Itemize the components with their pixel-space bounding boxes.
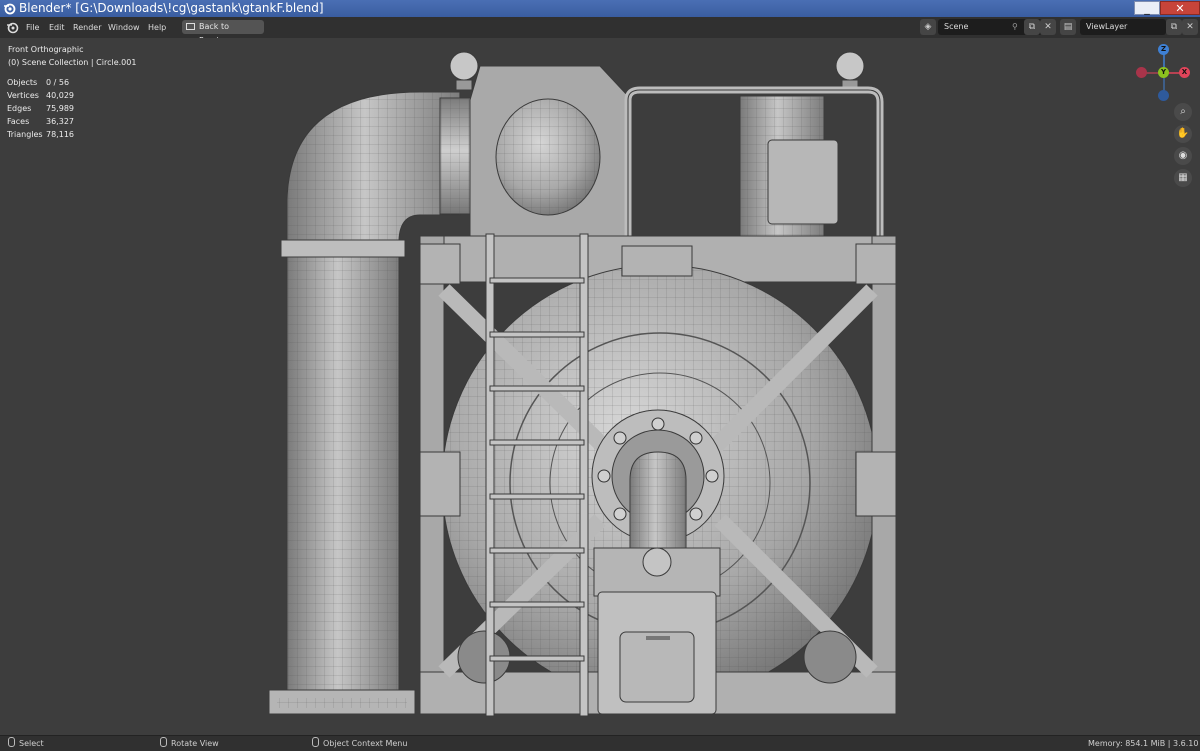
stat-value: 75,989 (46, 104, 74, 113)
scene-type-icon[interactable]: ◈ (920, 19, 936, 35)
window-titlebar: Blender* [G:\Downloads\!cg\gastank\gtank… (0, 0, 1200, 17)
stat-row: Triangles 78,116 (7, 128, 74, 141)
window-title: Blender* [G:\Downloads\!cg\gastank\gtank… (19, 1, 324, 15)
new-scene-icon[interactable]: ⧉ (1024, 19, 1040, 35)
stat-label: Triangles (7, 130, 43, 139)
back-to-previous-button[interactable]: Back to Previous (182, 20, 264, 45)
stat-label: Objects (7, 78, 38, 87)
stat-row: Faces 36,327 (7, 115, 74, 128)
menu-help[interactable]: Help (148, 17, 166, 38)
view-layer-name: ViewLayer (1086, 22, 1128, 31)
close-button[interactable]: ✕ (1160, 1, 1200, 15)
stat-value: 36,327 (46, 117, 74, 126)
pan-hand-icon[interactable]: ✋ (1174, 125, 1192, 143)
status-context: Object Context Menu (312, 736, 407, 751)
remove-scene-icon[interactable]: ✕ (1040, 19, 1056, 35)
grid-icon[interactable]: ▦ (1174, 169, 1192, 187)
menu-edit[interactable]: Edit (49, 17, 65, 38)
navigation-gizmo[interactable]: Z Y X (1133, 44, 1195, 102)
camera-icon[interactable]: ◉ (1174, 147, 1192, 165)
3d-viewport[interactable]: Front Orthographic (0) Scene Collection … (0, 38, 1200, 735)
mouse-middle-icon (160, 737, 167, 747)
statusbar: Select Rotate View Object Context Menu M… (0, 735, 1200, 751)
zoom-icon[interactable]: ⌕ (1174, 103, 1192, 121)
blender-menu-icon[interactable] (6, 21, 19, 34)
blender-logo-icon (4, 3, 16, 15)
menu-file[interactable]: File (26, 17, 39, 38)
new-view-layer-icon[interactable]: ⧉ (1166, 19, 1182, 35)
menu-window[interactable]: Window (108, 17, 140, 38)
stat-label: Edges (7, 104, 32, 113)
stat-label: Faces (7, 117, 30, 126)
stat-row: Objects 0 / 56 (7, 76, 74, 89)
gizmo-z-axis[interactable]: Z (1158, 44, 1169, 55)
active-collection: (0) Scene Collection | Circle.001 (8, 58, 137, 67)
stat-value: 40,029 (46, 91, 74, 100)
gizmo-y-axis[interactable]: Y (1158, 67, 1169, 78)
status-select: Select (8, 736, 44, 751)
view-name: Front Orthographic (8, 45, 84, 54)
stat-label: Vertices (7, 91, 39, 100)
remove-view-layer-icon[interactable]: ✕ (1182, 19, 1198, 35)
scene-name: Scene (944, 22, 969, 31)
view-layer-selector[interactable]: ViewLayer (1080, 19, 1166, 35)
pin-icon[interactable]: ⚲ (1012, 19, 1018, 35)
scene-statistics: Objects 0 / 56 Vertices 40,029 Edges 75,989… (7, 76, 74, 141)
mouse-right-icon (312, 737, 319, 747)
gas-tank-model (268, 51, 897, 717)
gizmo-neg-x-axis[interactable] (1136, 67, 1147, 78)
back-screen-icon (186, 23, 195, 30)
topbar: File Edit Render Window Help Back to Pre… (0, 17, 1200, 45)
memory-version: Memory: 854.1 MiB | 3.6.10 (1088, 739, 1199, 748)
mouse-left-icon (8, 737, 15, 747)
status-rotate: Rotate View (160, 736, 219, 751)
stat-value: 78,116 (46, 130, 74, 139)
menu-render[interactable]: Render (73, 17, 101, 38)
stat-value: 0 / 56 (46, 78, 70, 87)
stat-row: Edges 75,989 (7, 102, 74, 115)
viewport-info: Front Orthographic (0) Scene Collection … (8, 43, 136, 69)
stat-row: Vertices 40,029 (7, 89, 74, 102)
view-layer-icon[interactable]: ▤ (1060, 19, 1076, 35)
minimize-button[interactable]: _ (1134, 1, 1160, 15)
gizmo-neg-z-axis[interactable] (1158, 90, 1169, 101)
gizmo-x-axis[interactable]: X (1179, 67, 1190, 78)
